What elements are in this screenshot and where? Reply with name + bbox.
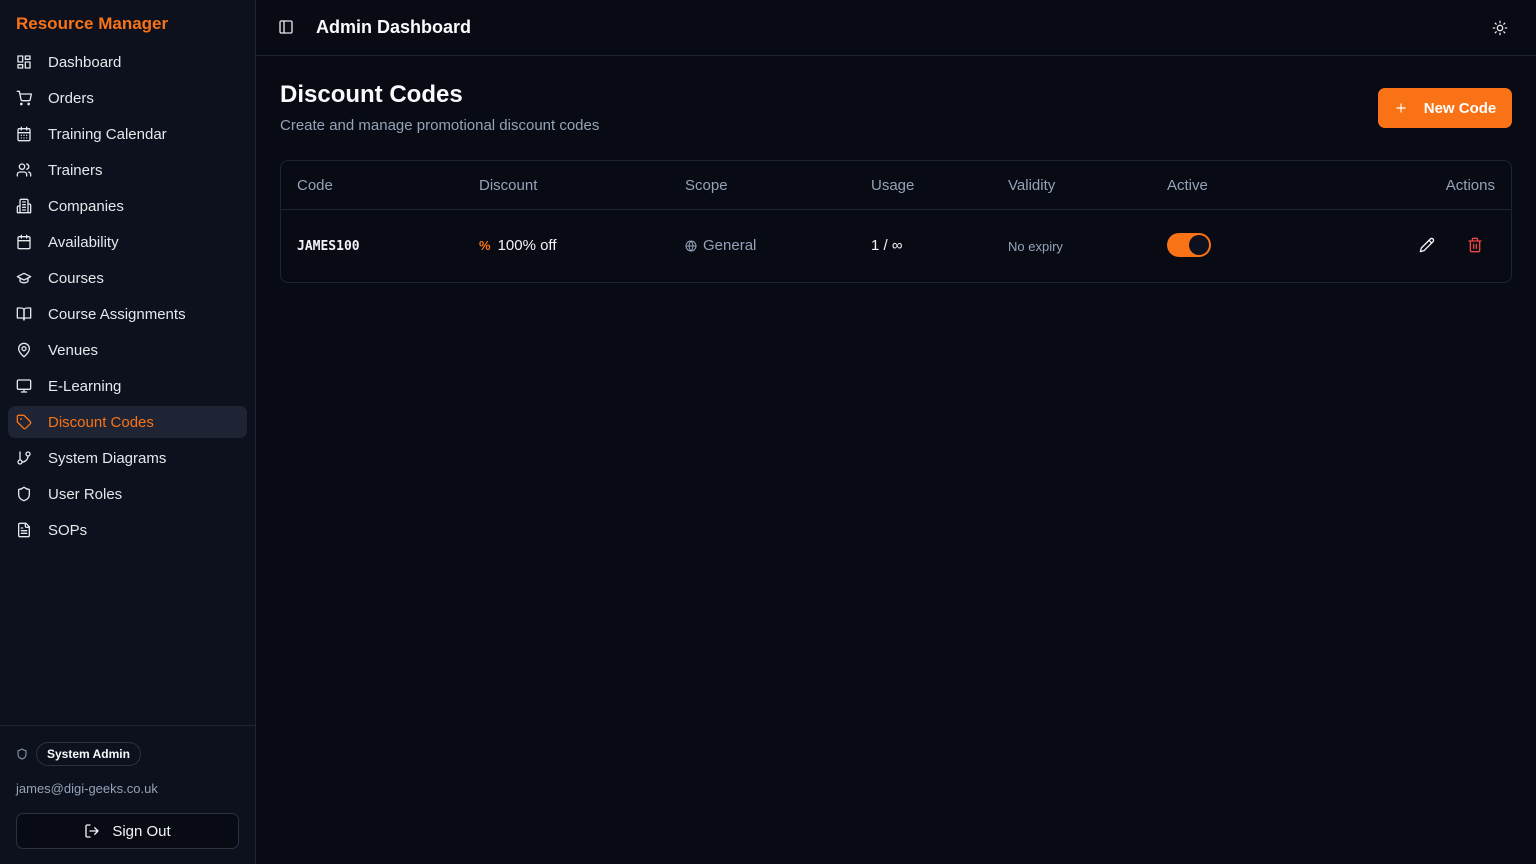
new-code-label: New Code bbox=[1423, 99, 1497, 117]
discount-value: 100% off bbox=[497, 237, 557, 254]
sidebar-footer: System Admin james@digi-geeks.co.uk Sign… bbox=[0, 725, 255, 864]
theme-toggle-button[interactable] bbox=[1492, 20, 1508, 36]
sidebar-item-label: Orders bbox=[48, 89, 94, 107]
column-header-code[interactable]: Code bbox=[297, 177, 333, 194]
pencil-icon bbox=[1419, 237, 1435, 253]
sidebar-item-label: Discount Codes bbox=[48, 413, 154, 431]
monitor-icon bbox=[16, 378, 32, 394]
users-icon bbox=[16, 162, 32, 178]
shield-icon bbox=[16, 486, 32, 502]
sidebar-item-venues[interactable]: Venues bbox=[8, 334, 247, 366]
new-code-button[interactable]: New Code bbox=[1378, 88, 1512, 128]
sidebar-item-courses[interactable]: Courses bbox=[8, 262, 247, 294]
sidebar: Resource Manager Dashboard Orders Traini… bbox=[0, 0, 256, 864]
sidebar-nav: Dashboard Orders Training Calendar Train… bbox=[8, 46, 247, 550]
sidebar-item-label: E-Learning bbox=[48, 377, 122, 395]
sidebar-item-availability[interactable]: Availability bbox=[8, 226, 247, 258]
active-toggle[interactable] bbox=[1167, 233, 1211, 257]
sidebar-item-label: Venues bbox=[48, 341, 99, 359]
sidebar-item-label: SOPs bbox=[48, 521, 88, 539]
discount-cell: % 100% off bbox=[479, 237, 557, 254]
column-header-actions: Actions bbox=[1445, 177, 1495, 194]
toggle-knob bbox=[1189, 235, 1209, 255]
column-header-usage[interactable]: Usage bbox=[871, 177, 914, 194]
plus-icon bbox=[1396, 103, 1406, 113]
sidebar-item-label: Courses bbox=[48, 269, 104, 287]
sidebar-item-course-assignments[interactable]: Course Assignments bbox=[8, 298, 247, 330]
percent-icon: % bbox=[479, 238, 491, 253]
validity-cell: No expiry bbox=[1008, 239, 1063, 254]
sidebar-toggle-button[interactable] bbox=[278, 19, 294, 35]
sidebar-item-label: Availability bbox=[48, 233, 119, 251]
file-text-icon bbox=[16, 522, 32, 538]
grid-icon bbox=[16, 54, 32, 70]
log-out-icon bbox=[85, 824, 99, 838]
sign-out-button[interactable]: Sign Out bbox=[16, 813, 239, 849]
sidebar-item-trainers[interactable]: Trainers bbox=[8, 154, 247, 186]
header-title: Admin Dashboard bbox=[316, 17, 472, 37]
sidebar-item-sops[interactable]: SOPs bbox=[8, 514, 247, 546]
sun-icon bbox=[1492, 20, 1508, 36]
page-title: Discount Codes bbox=[280, 81, 463, 108]
cart-icon bbox=[16, 90, 32, 106]
globe-icon bbox=[685, 240, 697, 251]
trash-icon bbox=[1468, 237, 1482, 253]
delete-button[interactable] bbox=[1467, 237, 1483, 253]
sidebar-item-label: System Diagrams bbox=[48, 449, 167, 467]
tag-icon bbox=[16, 414, 32, 430]
panel-left-icon bbox=[279, 20, 293, 34]
edit-button[interactable] bbox=[1419, 237, 1435, 253]
sidebar-item-user-roles[interactable]: User Roles bbox=[8, 478, 247, 510]
map-pin-icon bbox=[16, 342, 32, 358]
calendar-days-icon bbox=[16, 126, 32, 142]
sidebar-item-label: User Roles bbox=[48, 485, 123, 503]
sidebar-item-label: Training Calendar bbox=[48, 125, 167, 143]
shield-icon bbox=[17, 748, 27, 760]
building-icon bbox=[16, 198, 32, 214]
sidebar-item-training-calendar[interactable]: Training Calendar bbox=[8, 118, 247, 150]
role-badge: System Admin bbox=[36, 742, 141, 766]
sidebar-item-label: Dashboard bbox=[48, 53, 122, 71]
calendar-icon bbox=[16, 234, 32, 250]
book-open-icon bbox=[16, 306, 32, 322]
user-email: james@digi-geeks.co.uk bbox=[16, 781, 158, 796]
table-header: Code Discount Scope Usage Validity Activ… bbox=[281, 161, 1511, 210]
column-header-active[interactable]: Active bbox=[1167, 177, 1208, 194]
brand-logo-text[interactable]: Resource Manager bbox=[16, 14, 168, 34]
git-branch-icon bbox=[16, 450, 32, 466]
sidebar-item-discount-codes[interactable]: Discount Codes bbox=[8, 406, 247, 438]
sidebar-item-e-learning[interactable]: E-Learning bbox=[8, 370, 247, 402]
usage-cell: 1 / ∞ bbox=[871, 237, 903, 254]
top-bar: Admin Dashboard bbox=[256, 0, 1536, 56]
discount-codes-table: Code Discount Scope Usage Validity Activ… bbox=[280, 160, 1512, 283]
page-subtitle: Create and manage promotional discount c… bbox=[280, 117, 600, 134]
scope-value: General bbox=[703, 237, 757, 254]
column-header-scope[interactable]: Scope bbox=[685, 177, 728, 194]
sidebar-item-dashboard[interactable]: Dashboard bbox=[8, 46, 247, 78]
user-role-row: System Admin bbox=[16, 742, 141, 766]
sidebar-item-orders[interactable]: Orders bbox=[8, 82, 247, 114]
graduation-cap-icon bbox=[16, 270, 32, 286]
sign-out-label: Sign Out bbox=[112, 822, 171, 840]
column-header-validity[interactable]: Validity bbox=[1008, 177, 1055, 194]
sidebar-item-label: Trainers bbox=[48, 161, 103, 179]
code-cell: JAMES100 bbox=[297, 239, 360, 254]
sidebar-item-companies[interactable]: Companies bbox=[8, 190, 247, 222]
column-header-discount[interactable]: Discount bbox=[479, 177, 537, 194]
sidebar-item-label: Companies bbox=[48, 197, 124, 215]
scope-cell: General bbox=[685, 237, 756, 254]
sidebar-item-label: Course Assignments bbox=[48, 305, 186, 323]
sidebar-item-system-diagrams[interactable]: System Diagrams bbox=[8, 442, 247, 474]
